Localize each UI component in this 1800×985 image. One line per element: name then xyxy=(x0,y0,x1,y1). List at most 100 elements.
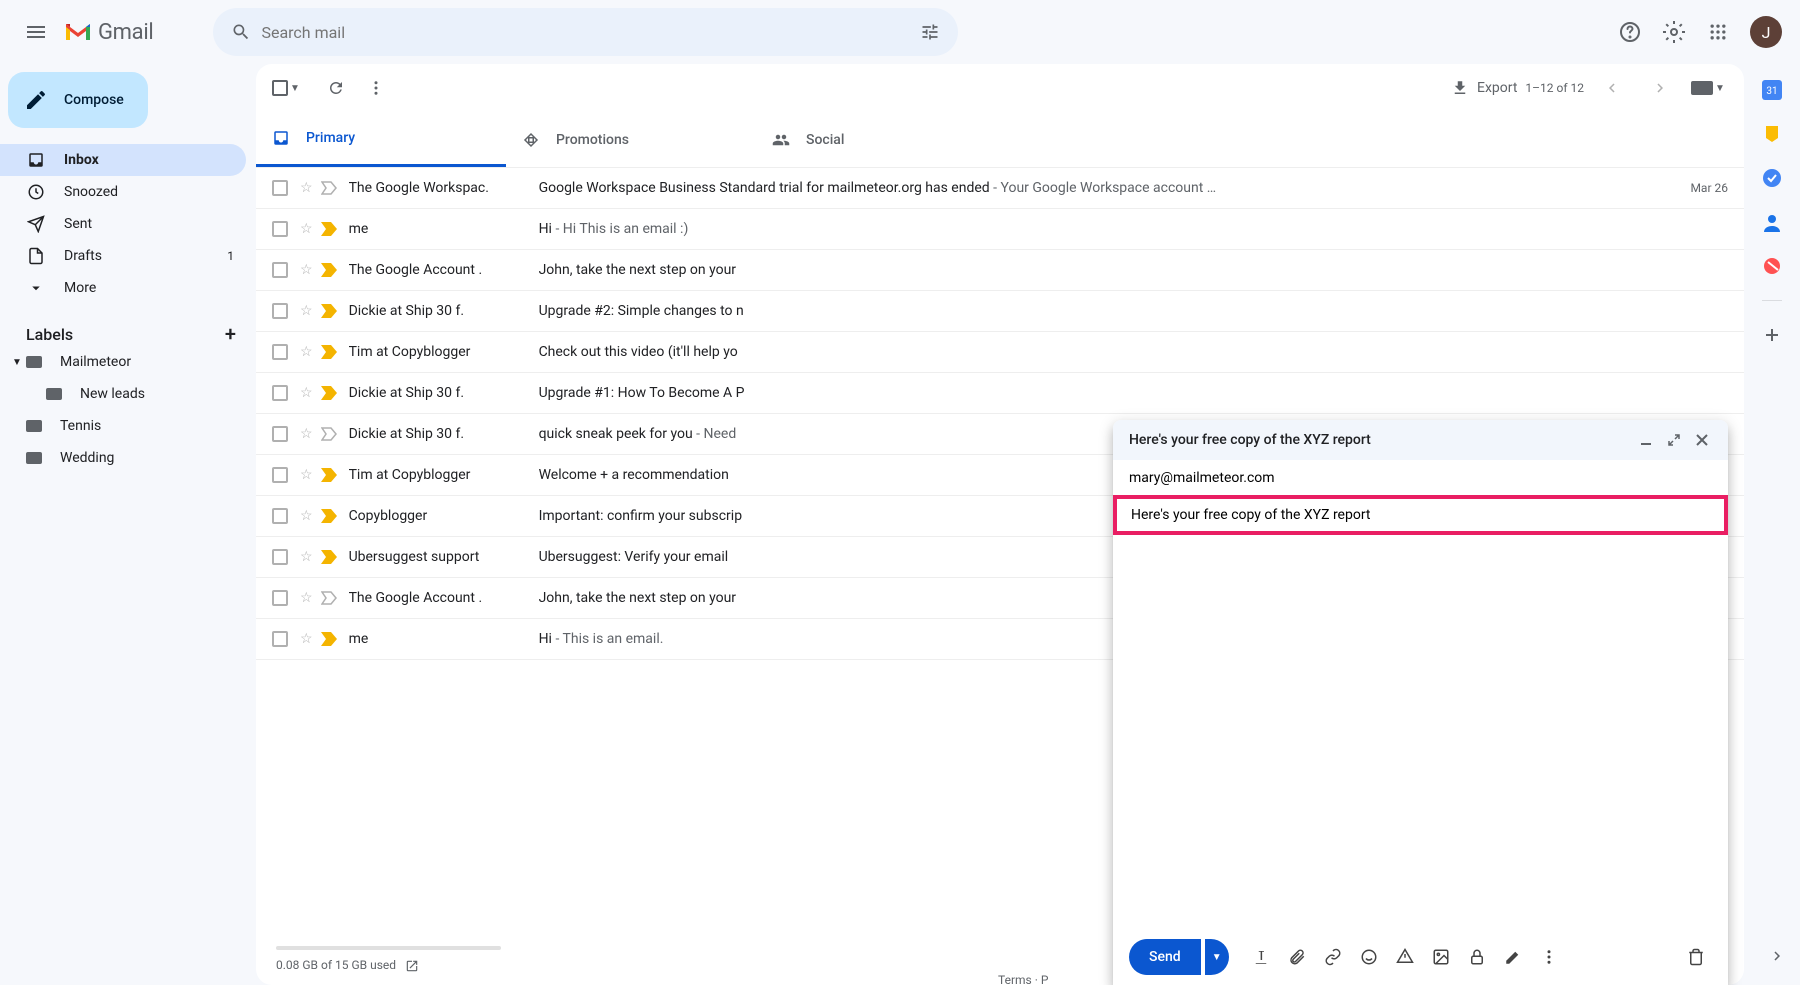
importance-marker[interactable] xyxy=(321,591,337,605)
row-checkbox[interactable] xyxy=(272,508,288,524)
star-button[interactable]: ☆ xyxy=(300,221,313,237)
main-menu-button[interactable] xyxy=(12,8,60,56)
open-in-new-icon[interactable] xyxy=(405,959,419,973)
input-tools-button[interactable]: ▼ xyxy=(1688,68,1728,108)
signature-button[interactable] xyxy=(1497,941,1529,973)
tab-social[interactable]: Social xyxy=(756,112,1006,167)
row-checkbox[interactable] xyxy=(272,631,288,647)
label-item[interactable]: ▼Mailmeteor xyxy=(0,346,256,378)
row-checkbox[interactable] xyxy=(272,590,288,606)
link-button[interactable] xyxy=(1317,941,1349,973)
row-checkbox[interactable] xyxy=(272,303,288,319)
hide-panel-button[interactable] xyxy=(1768,947,1786,965)
add-label-button[interactable]: + xyxy=(225,322,236,346)
star-button[interactable]: ☆ xyxy=(300,467,313,483)
prev-page-button[interactable] xyxy=(1592,68,1632,108)
importance-marker[interactable] xyxy=(321,263,337,277)
chevron-down-icon[interactable]: ▼ xyxy=(12,357,26,368)
email-row[interactable]: ☆ me Hi - Hi This is an email :) xyxy=(256,209,1744,250)
tab-promotions[interactable]: Promotions xyxy=(506,112,756,167)
importance-marker[interactable] xyxy=(321,222,337,236)
contacts-addon[interactable] xyxy=(1762,212,1782,232)
export-button[interactable]: Export xyxy=(1451,79,1517,97)
importance-marker[interactable] xyxy=(321,509,337,523)
support-button[interactable] xyxy=(1610,12,1650,52)
star-button[interactable]: ☆ xyxy=(300,303,313,319)
search-icon[interactable] xyxy=(221,12,261,52)
row-checkbox[interactable] xyxy=(272,344,288,360)
tab-primary[interactable]: Primary xyxy=(256,112,506,167)
email-row[interactable]: ☆ Dickie at Ship 30 f. Upgrade #2: Simpl… xyxy=(256,291,1744,332)
search-bar[interactable] xyxy=(213,8,958,56)
emoji-button[interactable] xyxy=(1353,941,1385,973)
nav-item-sent[interactable]: Sent xyxy=(0,208,246,240)
subject-field[interactable] xyxy=(1113,495,1728,535)
subject-input[interactable] xyxy=(1131,507,1710,523)
star-button[interactable]: ☆ xyxy=(300,590,313,606)
row-checkbox[interactable] xyxy=(272,221,288,237)
apps-button[interactable] xyxy=(1698,12,1738,52)
settings-button[interactable] xyxy=(1654,12,1694,52)
get-addons-button[interactable] xyxy=(1762,325,1782,345)
calendar-addon[interactable]: 31 xyxy=(1762,80,1782,100)
star-button[interactable]: ☆ xyxy=(300,180,313,196)
star-button[interactable]: ☆ xyxy=(300,549,313,565)
star-button[interactable]: ☆ xyxy=(300,344,313,360)
row-checkbox[interactable] xyxy=(272,262,288,278)
compose-button[interactable]: Compose xyxy=(8,72,148,128)
row-checkbox[interactable] xyxy=(272,385,288,401)
select-all[interactable]: ▼ xyxy=(272,80,300,96)
attach-button[interactable] xyxy=(1281,941,1313,973)
star-button[interactable]: ☆ xyxy=(300,262,313,278)
to-input[interactable] xyxy=(1129,470,1712,486)
nav-item-drafts[interactable]: Drafts1 xyxy=(0,240,246,272)
footer-links[interactable]: Terms · P xyxy=(998,973,1048,985)
importance-marker[interactable] xyxy=(321,468,337,482)
select-all-checkbox[interactable] xyxy=(272,80,288,96)
close-button[interactable] xyxy=(1692,430,1712,450)
next-page-button[interactable] xyxy=(1640,68,1680,108)
image-button[interactable] xyxy=(1425,941,1457,973)
importance-marker[interactable] xyxy=(321,181,337,195)
minimize-button[interactable] xyxy=(1636,430,1656,450)
label-item[interactable]: Wedding xyxy=(0,442,256,474)
more-button[interactable] xyxy=(356,68,396,108)
select-dropdown-icon[interactable]: ▼ xyxy=(290,83,300,94)
account-avatar[interactable]: J xyxy=(1750,16,1782,48)
confidential-button[interactable] xyxy=(1461,941,1493,973)
discard-button[interactable] xyxy=(1680,941,1712,973)
star-button[interactable]: ☆ xyxy=(300,426,313,442)
row-checkbox[interactable] xyxy=(272,467,288,483)
mailmeteor-addon[interactable] xyxy=(1762,256,1782,276)
nav-item-more[interactable]: More xyxy=(0,272,246,304)
email-row[interactable]: ☆ Tim at Copyblogger Check out this vide… xyxy=(256,332,1744,373)
tasks-addon[interactable] xyxy=(1762,168,1782,188)
gmail-logo[interactable]: Gmail xyxy=(64,20,153,45)
compose-more-button[interactable] xyxy=(1533,941,1565,973)
nav-item-snoozed[interactable]: Snoozed xyxy=(0,176,246,208)
refresh-button[interactable] xyxy=(316,68,356,108)
label-item[interactable]: New leads xyxy=(0,378,256,410)
importance-marker[interactable] xyxy=(321,427,337,441)
search-options-button[interactable] xyxy=(910,12,950,52)
importance-marker[interactable] xyxy=(321,304,337,318)
email-row[interactable]: ☆ The Google Workspac. Google Workspace … xyxy=(256,168,1744,209)
keep-addon[interactable] xyxy=(1762,124,1782,144)
row-checkbox[interactable] xyxy=(272,549,288,565)
formatting-button[interactable] xyxy=(1245,941,1277,973)
send-button[interactable]: Send xyxy=(1129,939,1201,975)
label-item[interactable]: Tennis xyxy=(0,410,256,442)
importance-marker[interactable] xyxy=(321,550,337,564)
row-checkbox[interactable] xyxy=(272,180,288,196)
search-input[interactable] xyxy=(261,23,910,42)
importance-marker[interactable] xyxy=(321,632,337,646)
email-row[interactable]: ☆ The Google Account . John, take the ne… xyxy=(256,250,1744,291)
email-row[interactable]: ☆ Dickie at Ship 30 f. Upgrade #1: How T… xyxy=(256,373,1744,414)
drive-button[interactable] xyxy=(1389,941,1421,973)
compose-body[interactable] xyxy=(1113,533,1728,929)
star-button[interactable]: ☆ xyxy=(300,508,313,524)
importance-marker[interactable] xyxy=(321,386,337,400)
send-options-button[interactable]: ▼ xyxy=(1205,939,1229,975)
fullscreen-button[interactable] xyxy=(1664,430,1684,450)
nav-item-inbox[interactable]: Inbox xyxy=(0,144,246,176)
